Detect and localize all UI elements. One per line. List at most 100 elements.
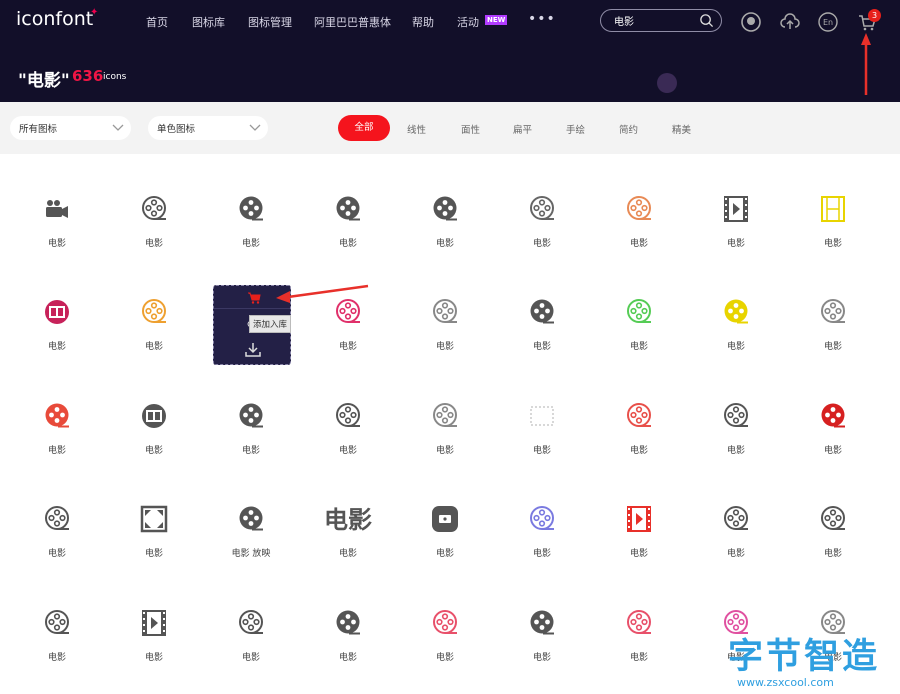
- language-icon[interactable]: En: [817, 11, 839, 33]
- nav-item-home[interactable]: 首页: [146, 14, 168, 30]
- icon-card[interactable]: 电影: [114, 464, 194, 559]
- icon-label: 电影: [532, 549, 551, 559]
- icon-card[interactable]: 电影: [405, 464, 485, 559]
- icon-grid: 电影 电影 电影 电影 电影 电影 电影 电影 电影 电影 电影 电影 电影 电…: [0, 154, 900, 694]
- icon-label: 电影: [47, 342, 66, 352]
- search-input[interactable]: 电影: [614, 13, 634, 28]
- icon-card[interactable]: 电影: [793, 257, 873, 352]
- tab-exquisite[interactable]: 精美: [672, 122, 691, 136]
- tab-handdrawn[interactable]: 手绘: [566, 122, 585, 136]
- icon-card[interactable]: 电影 放映: [211, 464, 291, 559]
- film-reel-icon: 电影: [324, 506, 372, 533]
- tab-linear[interactable]: 线性: [407, 122, 426, 136]
- nav-item-icon-library[interactable]: 图标库: [192, 14, 225, 30]
- icon-card[interactable]: 电影: [599, 257, 679, 352]
- icon-card[interactable]: 电影: [599, 361, 679, 456]
- film-reel-icon: [45, 300, 69, 324]
- film-reel-icon: [724, 506, 748, 530]
- download-icon[interactable]: [244, 342, 262, 358]
- logo[interactable]: iconfont: [16, 8, 93, 30]
- tab-solid[interactable]: 面性: [461, 122, 480, 136]
- icon-card[interactable]: 电影: [793, 154, 873, 249]
- icon-label: 电影: [629, 446, 648, 456]
- icon-card[interactable]: 电影: [793, 361, 873, 456]
- film-reel-icon: [142, 299, 166, 323]
- icon-card[interactable]: 电影: [17, 568, 97, 663]
- icon-card[interactable]: 电影: [17, 464, 97, 559]
- icon-label: 电影: [726, 342, 745, 352]
- icon-card[interactable]: 电影: [405, 361, 485, 456]
- tab-simple[interactable]: 简约: [619, 122, 638, 136]
- top-nav: iconfont ✦ 首页 图标库 图标管理 阿里巴巴普惠体 帮助 活动 NEW…: [0, 0, 900, 44]
- film-reel-icon: [530, 406, 554, 426]
- icon-card[interactable]: 电影: [696, 257, 776, 352]
- tab-flat[interactable]: 扁平: [513, 122, 532, 136]
- icon-card[interactable]: 电影: [114, 257, 194, 352]
- icon-card[interactable]: 电影: [114, 568, 194, 663]
- icon-card[interactable]: 电影: [308, 257, 388, 352]
- film-reel-icon: [432, 506, 458, 532]
- watermark-url: www.zsxcool.com: [737, 676, 834, 689]
- film-reel-icon: [239, 610, 263, 634]
- icon-card[interactable]: 电影: [308, 361, 388, 456]
- icon-card[interactable]: 电影: [405, 257, 485, 352]
- icon-card[interactable]: 电影: [502, 154, 582, 249]
- search-icon[interactable]: [699, 13, 714, 28]
- icon-label: 电影: [47, 446, 66, 456]
- more-icon[interactable]: •••: [528, 11, 556, 27]
- icon-card[interactable]: 电影: [696, 464, 776, 559]
- icon-card[interactable]: 电影: [599, 154, 679, 249]
- nav-item-font[interactable]: 阿里巴巴普惠体: [314, 14, 391, 30]
- nav-item-icon-manage[interactable]: 图标管理: [248, 14, 292, 30]
- icon-card[interactable]: 电影: [502, 361, 582, 456]
- icon-card[interactable]: 电影: [211, 568, 291, 663]
- icon-card[interactable]: 电影: [211, 154, 291, 249]
- icon-label: 电影: [823, 342, 842, 352]
- icon-card[interactable]: 电影: [17, 154, 97, 249]
- color-type-dropdown[interactable]: 单色图标: [148, 116, 268, 140]
- github-icon[interactable]: [740, 11, 762, 33]
- icon-label: 电影: [435, 342, 454, 352]
- icon-card[interactable]: 电影: [502, 464, 582, 559]
- icon-card[interactable]: 电影: [114, 154, 194, 249]
- icon-card[interactable]: 电影: [308, 154, 388, 249]
- icon-card[interactable]: 电影: [793, 464, 873, 559]
- tab-all[interactable]: 全部: [338, 115, 390, 141]
- add-to-cart-icon[interactable]: [247, 292, 261, 304]
- film-reel-icon: [724, 196, 748, 222]
- film-reel-icon: [239, 506, 263, 531]
- icon-card[interactable]: 电影: [308, 568, 388, 663]
- search-box[interactable]: 电影: [600, 9, 722, 32]
- film-reel-icon: [821, 299, 845, 323]
- icon-label: 电影: [532, 446, 551, 456]
- film-reel-icon: [627, 403, 651, 427]
- film-reel-icon: [627, 299, 651, 323]
- icon-card[interactable]: 电影: [405, 154, 485, 249]
- film-reel-icon: [724, 403, 748, 427]
- icon-label: 电影: [726, 446, 745, 456]
- icon-card[interactable]: 电影: [599, 464, 679, 559]
- icon-label: 电影: [241, 446, 260, 456]
- icon-card[interactable]: 电影: [114, 361, 194, 456]
- film-reel-icon: [530, 610, 554, 635]
- icon-card[interactable]: 电影: [17, 257, 97, 352]
- icon-card[interactable]: 电影: [405, 568, 485, 663]
- icon-card[interactable]: 电影: [211, 361, 291, 456]
- chevron-down-icon: [112, 124, 124, 131]
- film-reel-icon: [140, 505, 168, 533]
- icon-type-dropdown[interactable]: 所有图标: [10, 116, 131, 140]
- film-reel-icon: [821, 196, 845, 222]
- film-reel-icon: [433, 403, 457, 427]
- icon-card[interactable]: 电影: [696, 361, 776, 456]
- icon-card[interactable]: 电影: [17, 361, 97, 456]
- icon-card[interactable]: 电影: [502, 257, 582, 352]
- icon-label: 电影: [47, 653, 66, 663]
- icon-card[interactable]: 电影: [599, 568, 679, 663]
- icon-card[interactable]: 电影 电影: [308, 464, 388, 559]
- upload-icon[interactable]: [779, 11, 801, 33]
- nav-item-help[interactable]: 帮助: [412, 14, 434, 30]
- icon-card[interactable]: 电影: [502, 568, 582, 663]
- watermark-logo: 字节智造: [728, 637, 881, 677]
- nav-item-activity[interactable]: 活动: [457, 14, 479, 30]
- icon-card[interactable]: 电影: [696, 154, 776, 249]
